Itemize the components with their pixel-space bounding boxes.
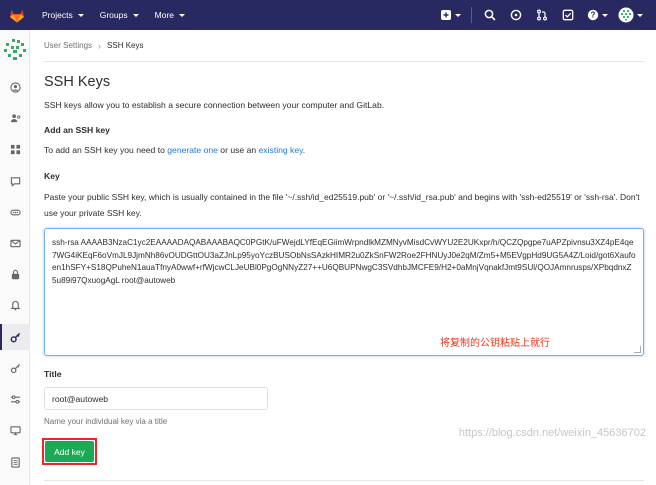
issues-icon[interactable]	[504, 0, 528, 30]
sidebar-item-gpg-keys[interactable]	[0, 355, 30, 381]
title-label: Title	[44, 369, 62, 379]
bell-icon	[10, 300, 20, 310]
page-description: SSH keys allow you to establish a secure…	[44, 100, 385, 110]
nav-groups[interactable]: Groups	[92, 0, 147, 30]
nav-projects-label: Projects	[42, 10, 73, 20]
ssh-key-value: ssh-rsa AAAAB3NzaC1yc2EAAAADAQABAAABAQC0…	[52, 238, 636, 285]
sidebar-item-preferences[interactable]	[0, 386, 30, 412]
top-navbar: Projects Groups More ?	[0, 0, 656, 30]
title-help-text: Name your individual key via a title	[44, 417, 168, 426]
nav-more[interactable]: More	[147, 0, 193, 30]
svg-text:?: ?	[590, 11, 595, 20]
add-ssh-key-heading: Add an SSH key	[44, 125, 110, 135]
divider	[471, 7, 472, 23]
sidebar-item-account[interactable]	[0, 105, 30, 131]
user-avatar-menu[interactable]	[614, 0, 646, 30]
breadcrumb-ssh-keys[interactable]: SSH Keys	[107, 41, 143, 50]
main-content: User Settings › SSH Keys SSH Keys SSH ke…	[30, 30, 656, 485]
sidebar-item-applications[interactable]	[0, 136, 30, 162]
resize-handle-icon[interactable]	[634, 346, 641, 353]
gpg-key-icon	[10, 363, 20, 373]
generate-one-link[interactable]: generate one	[167, 145, 218, 155]
gitlab-logo-icon[interactable]	[0, 0, 34, 30]
nav-more-label: More	[154, 10, 174, 20]
existing-key-link[interactable]: existing key	[259, 145, 303, 155]
watermark: https://blog.csdn.net/weixin_45636702	[458, 427, 646, 439]
monitor-icon	[9, 425, 21, 435]
instruction-text: or use an	[217, 145, 259, 155]
sidebar-item-password[interactable]	[0, 261, 30, 287]
search-icon[interactable]	[478, 0, 502, 30]
key-icon	[10, 332, 20, 342]
sidebar-item-access-tokens[interactable]	[0, 199, 30, 225]
applications-icon	[10, 144, 20, 154]
help-icon[interactable]: ?	[582, 0, 612, 30]
chevron-down-icon	[132, 13, 139, 17]
instruction-text: .	[302, 145, 306, 155]
breadcrumb-user-settings[interactable]: User Settings	[44, 41, 92, 50]
add-key-button-label: Add key	[54, 446, 85, 457]
account-icon	[10, 113, 20, 122]
new-plus-icon[interactable]	[435, 0, 465, 30]
settings-sidebar	[0, 30, 30, 485]
title-input[interactable]: root@autoweb	[44, 387, 268, 410]
sidebar-item-notifications[interactable]	[0, 292, 30, 318]
user-avatar[interactable]	[3, 38, 27, 62]
nav-groups-label: Groups	[99, 10, 128, 20]
nav-projects[interactable]: Projects	[34, 0, 92, 30]
mail-icon	[9, 239, 21, 247]
key-label: Key	[44, 171, 60, 181]
sidebar-item-ssh-keys[interactable]	[0, 324, 30, 350]
token-icon	[9, 209, 21, 215]
page-title: SSH Keys	[44, 74, 111, 90]
add-key-highlight: Add key	[42, 438, 97, 465]
lock-icon	[11, 269, 19, 279]
instruction-text: To add an SSH key you need to	[44, 145, 168, 155]
preferences-icon	[10, 394, 20, 404]
title-input-value: root@autoweb	[52, 393, 109, 404]
key-paste-hint: Paste your public SSH key, which is usua…	[44, 192, 640, 218]
sidebar-item-active-sessions[interactable]	[0, 417, 30, 443]
add-ssh-key-instructions: To add an SSH key you need to generate o…	[44, 145, 305, 155]
log-icon	[10, 456, 20, 468]
breadcrumb: User Settings › SSH Keys	[44, 30, 644, 62]
sidebar-item-audit-log[interactable]	[0, 449, 30, 475]
sidebar-item-emails[interactable]	[0, 230, 30, 256]
comment-icon	[10, 176, 20, 187]
paste-key-annotation: 将复制的公钥粘贴上就行	[440, 338, 550, 349]
profile-icon	[9, 81, 21, 93]
ssh-key-textarea[interactable]: ssh-rsa AAAAB3NzaC1yc2EAAAADAQABAAABAQC0…	[44, 228, 644, 356]
chevron-right-icon: ›	[98, 40, 102, 51]
todos-icon[interactable]	[556, 0, 580, 30]
merge-request-icon[interactable]	[530, 0, 554, 30]
divider	[44, 480, 644, 481]
sidebar-item-chat[interactable]	[0, 168, 30, 194]
add-key-button[interactable]: Add key	[45, 441, 94, 462]
chevron-down-icon	[178, 13, 185, 17]
sidebar-item-profile[interactable]	[0, 74, 30, 100]
chevron-down-icon	[77, 13, 84, 17]
